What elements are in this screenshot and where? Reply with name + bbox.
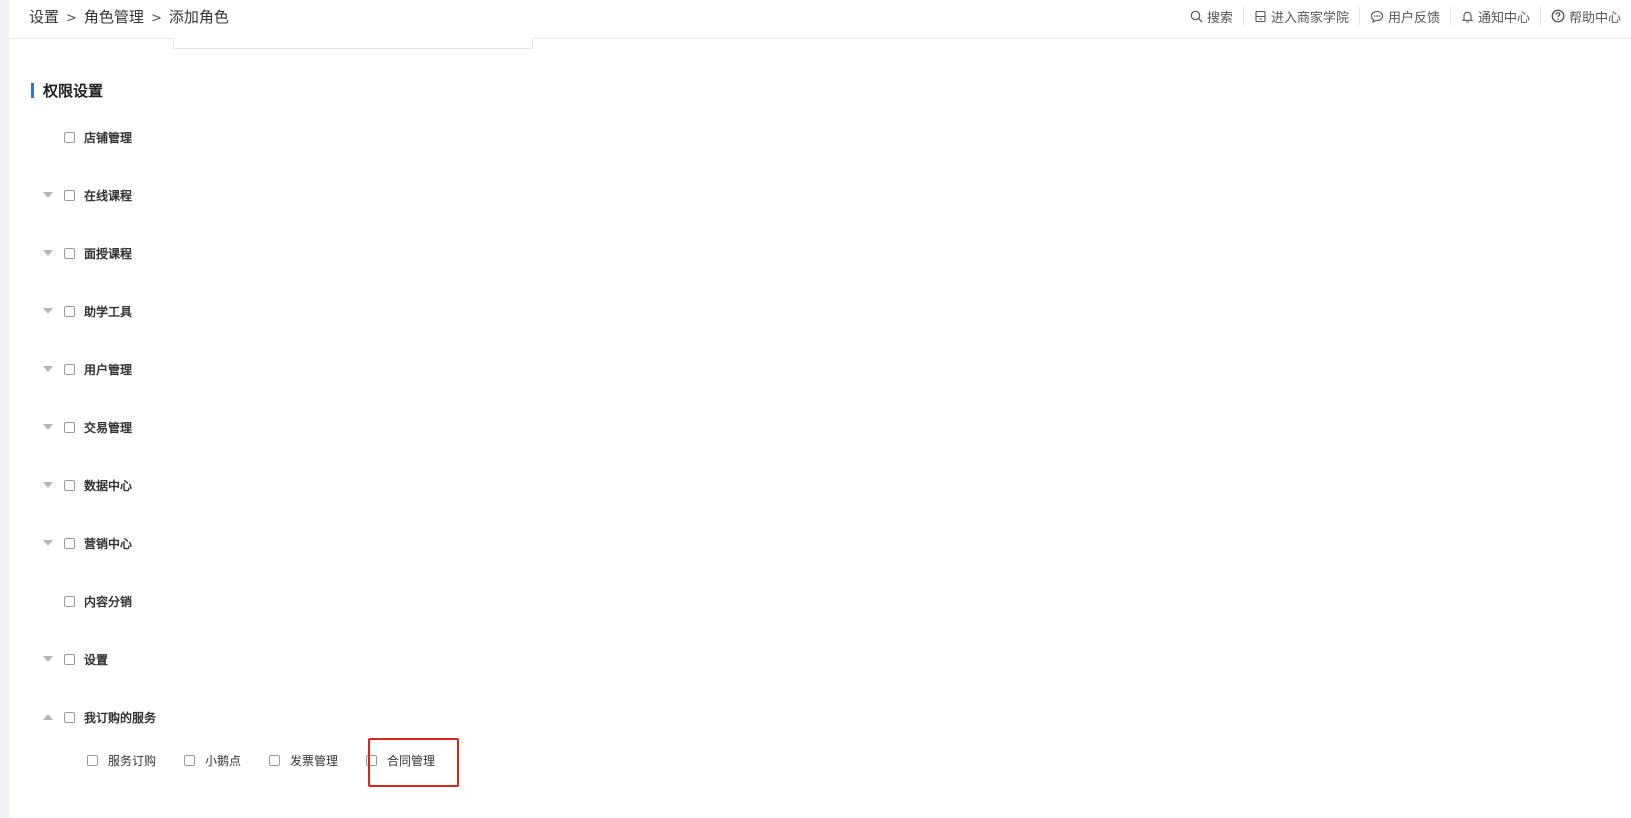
expand-toggle[interactable] [42, 533, 64, 553]
collapse-toggle[interactable] [42, 707, 64, 727]
checkbox[interactable] [87, 754, 98, 766]
caret-down-icon [43, 366, 53, 372]
checkbox[interactable] [184, 754, 196, 766]
caret-down-icon [43, 656, 53, 662]
caret-down-icon [43, 482, 53, 488]
permission-label: 在线课程 [84, 188, 133, 203]
checkbox[interactable] [64, 363, 75, 375]
permission-label: 我订购的服务 [84, 710, 157, 725]
checkbox[interactable] [64, 711, 75, 723]
nav-user-feedback[interactable]: 用户反馈 [1358, 7, 1450, 26]
expand-toggle[interactable] [42, 243, 64, 263]
permission-label: 助学工具 [84, 304, 133, 319]
permission-label: 交易管理 [84, 420, 133, 435]
permission-row-store-management: 店铺管理 [42, 127, 132, 147]
permission-label: 内容分销 [84, 594, 133, 609]
checkbox[interactable] [64, 305, 75, 317]
section-title-text: 权限设置 [43, 82, 104, 100]
subpermission-goose-points[interactable]: 小鹅点 [184, 752, 241, 769]
caret-up-icon [43, 714, 53, 720]
bell-icon [1461, 11, 1474, 23]
permission-label: 用户管理 [84, 362, 133, 377]
search-icon [1190, 10, 1203, 22]
permission-row-settings: 设置 [42, 649, 108, 669]
top-bar: 设置 > 角色管理 > 添加角色 搜索 进入商家学院 用户反馈 通知中心 帮助中心 [9, 0, 1631, 39]
caret-down-icon [43, 250, 53, 256]
subpermission-label: 发票管理 [290, 753, 339, 768]
caret-down-icon [43, 192, 53, 198]
permission-row-user-management: 用户管理 [42, 359, 132, 379]
checkbox[interactable] [64, 131, 75, 143]
checkbox[interactable] [64, 479, 75, 491]
permission-label: 数据中心 [84, 478, 133, 493]
nav-help-center-label: 帮助中心 [1568, 10, 1621, 26]
permission-label: 设置 [84, 652, 109, 667]
expand-toggle[interactable] [42, 649, 64, 669]
permission-label: 营销中心 [84, 536, 133, 551]
breadcrumb-separator: > [150, 11, 162, 26]
breadcrumb: 设置 > 角色管理 > 添加角色 [29, 6, 229, 27]
expand-toggle[interactable] [42, 417, 64, 437]
book-icon [1255, 10, 1266, 22]
permission-row-my-services: 我订购的服务 [42, 707, 156, 727]
nav-merchant-academy[interactable]: 进入商家学院 [1242, 7, 1359, 26]
top-nav: 搜索 进入商家学院 用户反馈 通知中心 帮助中心 [1180, 0, 1631, 32]
nav-search[interactable]: 搜索 [1180, 7, 1243, 26]
expand-toggle[interactable] [42, 359, 64, 379]
nav-help-center[interactable]: 帮助中心 [1539, 7, 1631, 26]
help-icon [1551, 9, 1565, 23]
permission-label: 面授课程 [84, 246, 133, 261]
breadcrumb-separator: > [66, 11, 77, 26]
permission-row-data-center: 数据中心 [42, 475, 132, 495]
nav-user-feedback-label: 用户反馈 [1387, 10, 1440, 26]
expand-toggle[interactable] [42, 301, 64, 321]
previous-form-field [173, 38, 533, 49]
caret-down-icon [43, 540, 53, 546]
checkbox[interactable] [64, 537, 75, 549]
checkbox[interactable] [269, 754, 281, 766]
expand-toggle[interactable] [42, 475, 64, 495]
checkbox[interactable] [64, 653, 75, 665]
checkbox[interactable] [64, 595, 75, 607]
caret-down-icon [43, 308, 53, 314]
breadcrumb-role-management[interactable]: 角色管理 [84, 8, 144, 26]
subpermission-service-ordering[interactable]: 服务订购 [87, 752, 156, 769]
subpermission-invoice-management[interactable]: 发票管理 [269, 752, 338, 769]
nav-notification-center[interactable]: 通知中心 [1449, 7, 1540, 26]
arrow-placeholder [42, 591, 64, 611]
permission-row-online-courses: 在线课程 [42, 185, 132, 205]
section-title: 权限设置 [31, 80, 103, 101]
permission-row-study-tools: 助学工具 [42, 301, 132, 321]
permission-row-content-distribution: 内容分销 [42, 591, 132, 611]
checkbox[interactable] [64, 189, 75, 201]
subpermission-label: 小鹅点 [205, 753, 242, 768]
nav-merchant-academy-label: 进入商家学院 [1270, 10, 1349, 26]
breadcrumb-add-role: 添加角色 [168, 8, 229, 26]
section-title-accent [31, 83, 34, 98]
highlight-box [368, 738, 459, 787]
subpermission-label: 服务订购 [108, 753, 157, 768]
expand-toggle[interactable] [42, 185, 64, 205]
checkbox[interactable] [64, 247, 75, 259]
permission-row-transaction-management: 交易管理 [42, 417, 132, 437]
nav-search-label: 搜索 [1206, 10, 1233, 26]
checkbox[interactable] [64, 421, 75, 433]
permission-row-marketing-center: 营销中心 [42, 533, 132, 553]
left-edge-strip [0, 0, 9, 818]
chat-icon [1370, 10, 1384, 23]
breadcrumb-settings[interactable]: 设置 [29, 8, 59, 26]
permission-label: 店铺管理 [84, 130, 133, 145]
nav-notification-center-label: 通知中心 [1477, 10, 1530, 26]
permission-row-offline-courses: 面授课程 [42, 243, 132, 263]
arrow-placeholder [42, 127, 64, 147]
caret-down-icon [43, 424, 53, 430]
